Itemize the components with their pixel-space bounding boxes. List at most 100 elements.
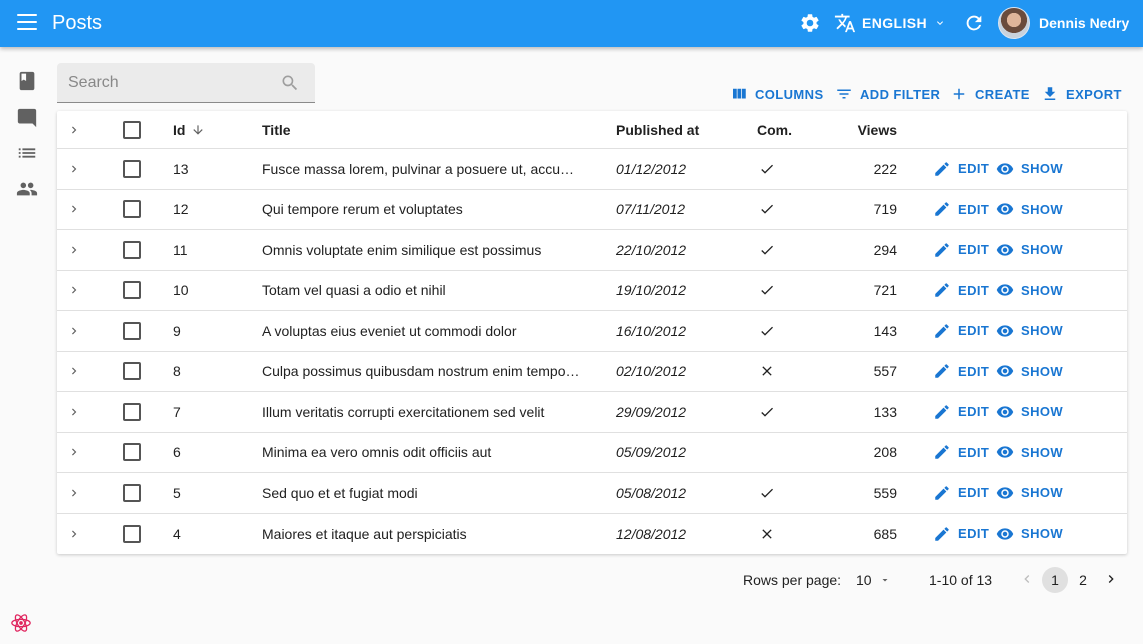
table-row[interactable]: 8 Culpa possimus quibusdam nostrum enim t…	[57, 352, 1127, 392]
page-button-1[interactable]: 1	[1042, 567, 1068, 593]
page-button-2[interactable]: 2	[1070, 567, 1096, 593]
cell-id: 5	[173, 484, 181, 501]
edit-button[interactable]: EDIT	[933, 149, 989, 189]
show-button[interactable]: SHOW	[996, 311, 1063, 351]
row-checkbox[interactable]	[123, 321, 141, 340]
pencil-icon	[935, 485, 949, 500]
row-expand-toggle[interactable]	[67, 433, 81, 473]
language-selector[interactable]: ENGLISH	[862, 15, 927, 31]
table-row[interactable]: 10 Totam vel quasi a odio et nihil 19/10/2…	[57, 271, 1127, 311]
row-expand-toggle[interactable]	[67, 149, 81, 189]
edit-button[interactable]: EDIT	[933, 190, 989, 230]
edit-button[interactable]: EDIT	[933, 473, 989, 513]
search-icon	[282, 75, 298, 91]
cell-id: 9	[173, 322, 181, 339]
row-checkbox[interactable]	[123, 483, 141, 502]
list-icon[interactable]	[16, 142, 38, 164]
search-field[interactable]	[57, 63, 315, 103]
cell-views: 222	[873, 160, 897, 177]
row-expand-toggle[interactable]	[67, 190, 81, 230]
edit-button[interactable]: EDIT	[933, 230, 989, 270]
chevron-right-icon[interactable]	[1103, 571, 1119, 587]
menu-icon[interactable]	[17, 14, 37, 32]
row-expand-toggle[interactable]	[67, 473, 81, 513]
row-checkbox[interactable]	[123, 200, 141, 219]
book-icon[interactable]	[16, 70, 38, 92]
edit-button[interactable]: EDIT	[933, 514, 989, 555]
add-filter-button[interactable]: ADD FILTER	[835, 84, 940, 104]
edit-label: EDIT	[958, 363, 990, 379]
edit-label: EDIT	[958, 282, 990, 298]
export-button[interactable]: EXPORT	[1041, 84, 1122, 104]
translate-icon[interactable]	[834, 12, 856, 34]
table-row[interactable]: 12 Qui tempore rerum et voluptates 07/11/2…	[57, 190, 1127, 230]
show-button[interactable]: SHOW	[996, 473, 1063, 513]
show-button[interactable]: SHOW	[996, 271, 1063, 311]
rows-per-page-select[interactable]: 10	[856, 572, 872, 588]
caret-down-icon[interactable]	[878, 574, 892, 586]
table-row[interactable]: 11 Omnis voluptate enim similique est pos…	[57, 230, 1127, 271]
row-expand-toggle[interactable]	[67, 230, 81, 270]
table-row[interactable]: 4 Maiores et itaque aut perspiciatis 12/08…	[57, 514, 1127, 555]
show-button[interactable]: SHOW	[996, 433, 1063, 473]
table-row[interactable]: 9 A voluptas eius eveniet ut commodi dolo…	[57, 311, 1127, 352]
edit-button[interactable]: EDIT	[933, 392, 989, 432]
table-row[interactable]: 13 Fusce massa lorem, pulvinar a posuere …	[57, 149, 1127, 190]
edit-label: EDIT	[958, 404, 990, 420]
cell-title: Omnis voluptate enim similique est possi…	[262, 230, 580, 270]
refresh-icon[interactable]	[963, 12, 985, 34]
edit-label: EDIT	[958, 201, 990, 217]
row-expand-toggle[interactable]	[67, 311, 81, 351]
select-all-checkbox[interactable]	[123, 120, 141, 139]
cell-id: 7	[173, 403, 181, 420]
row-checkbox[interactable]	[123, 240, 141, 259]
edit-label: EDIT	[958, 161, 990, 177]
row-expand-toggle[interactable]	[67, 514, 81, 555]
row-checkbox[interactable]	[123, 443, 141, 462]
chevron-down-icon[interactable]	[933, 17, 947, 29]
people-icon[interactable]	[16, 178, 38, 200]
create-button[interactable]: CREATE	[950, 84, 1030, 104]
row-checkbox[interactable]	[123, 281, 141, 300]
show-button[interactable]: SHOW	[996, 514, 1063, 555]
table-row[interactable]: 5 Sed quo et et fugiat modi 05/08/2012 559 E…	[57, 473, 1127, 514]
expand-all-toggle[interactable]	[67, 111, 81, 148]
search-input[interactable]	[68, 72, 268, 94]
row-expand-toggle[interactable]	[67, 392, 81, 432]
cell-commentable	[757, 352, 777, 392]
edit-button[interactable]: EDIT	[933, 433, 989, 473]
show-button[interactable]: SHOW	[996, 392, 1063, 432]
comment-icon[interactable]	[16, 107, 38, 129]
show-button[interactable]: SHOW	[996, 230, 1063, 270]
cell-published-at: 01/12/2012	[616, 160, 687, 177]
show-button[interactable]: SHOW	[996, 190, 1063, 230]
header-commentable[interactable]: Com.	[757, 111, 792, 148]
avatar[interactable]	[998, 7, 1030, 39]
header-published-at[interactable]: Published at	[616, 111, 699, 148]
edit-button[interactable]: EDIT	[933, 352, 989, 392]
row-expand-toggle[interactable]	[67, 352, 81, 392]
row-checkbox[interactable]	[123, 402, 141, 421]
show-label: SHOW	[1021, 526, 1064, 542]
columns-button[interactable]: COLUMNS	[730, 84, 824, 104]
show-button[interactable]: SHOW	[996, 352, 1063, 392]
table-row[interactable]: 6 Minima ea vero omnis odit officiis aut 0…	[57, 433, 1127, 473]
row-expand-toggle[interactable]	[67, 271, 81, 311]
gear-icon[interactable]	[799, 12, 821, 34]
chevron-left-icon[interactable]	[1019, 571, 1035, 587]
edit-button[interactable]: EDIT	[933, 271, 989, 311]
header-views[interactable]: Views	[847, 111, 897, 148]
cell-views: 721	[873, 282, 897, 299]
user-name[interactable]: Dennis Nedry	[1039, 15, 1129, 31]
row-checkbox[interactable]	[123, 524, 141, 543]
show-button[interactable]: SHOW	[996, 149, 1063, 189]
row-checkbox[interactable]	[123, 159, 141, 178]
table-row[interactable]: 7 Illum veritatis corrupti exercitationem…	[57, 392, 1127, 433]
eye-icon	[996, 284, 1014, 296]
edit-button[interactable]: EDIT	[933, 311, 989, 351]
chevron-right-icon	[72, 205, 77, 213]
header-id[interactable]: Id	[173, 111, 205, 148]
row-checkbox[interactable]	[123, 362, 141, 381]
plus-icon	[953, 88, 965, 100]
header-title[interactable]: Title	[262, 111, 580, 148]
